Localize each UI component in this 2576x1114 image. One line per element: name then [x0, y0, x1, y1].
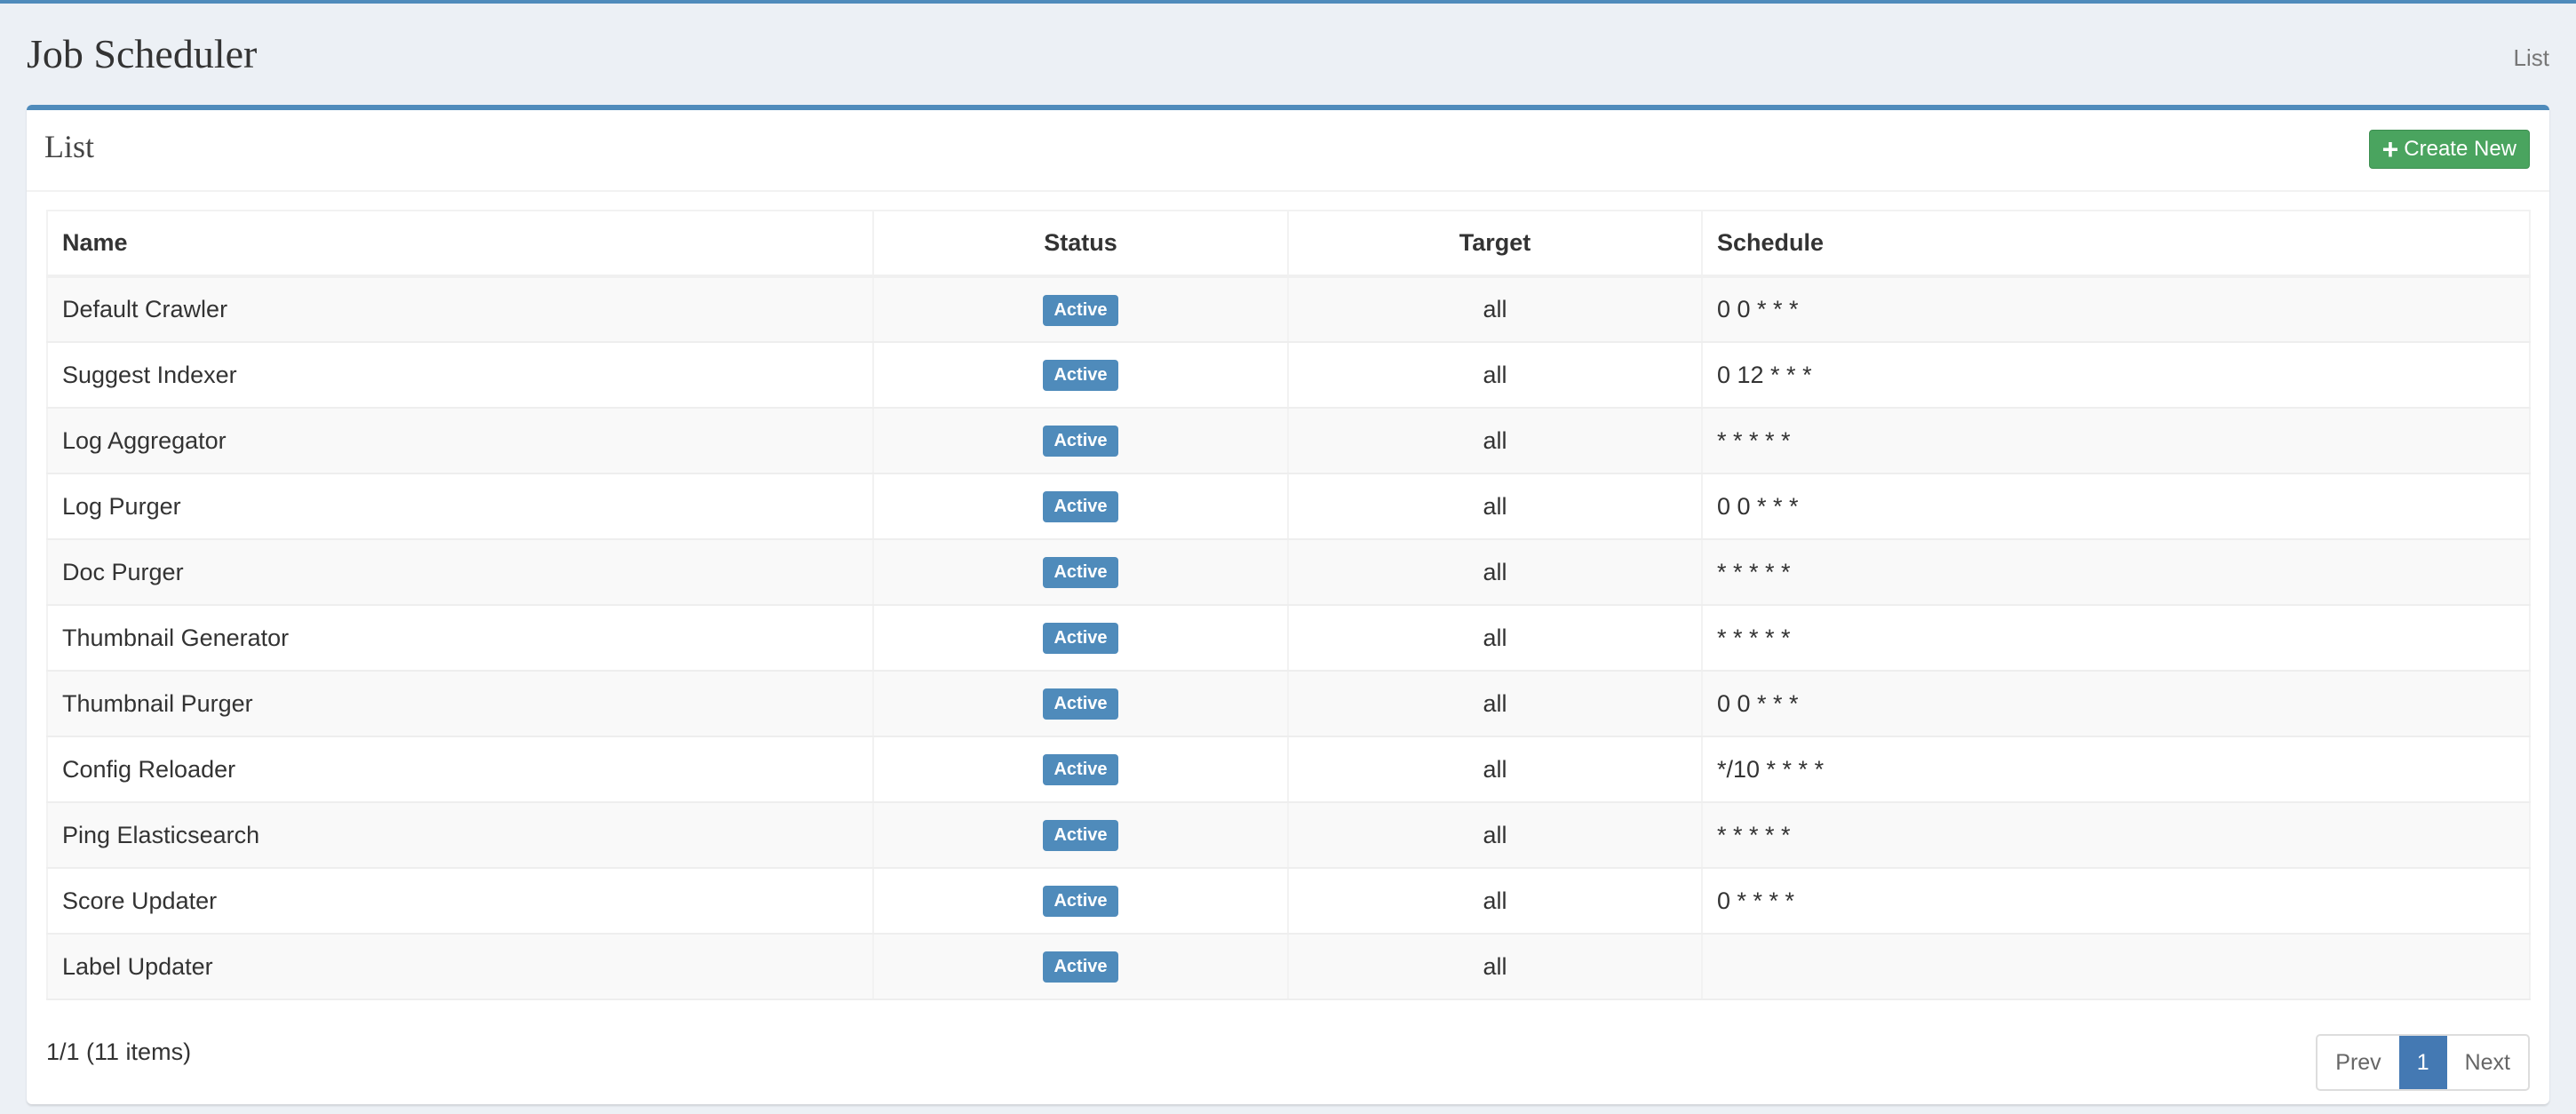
- table-row[interactable]: Config Reloader Active all */10 * * * *: [46, 736, 2530, 803]
- job-target: all: [1287, 671, 1702, 737]
- column-header-name: Name: [46, 211, 873, 278]
- job-schedule: 0 0 * * *: [1701, 473, 2530, 540]
- status-badge: Active: [1043, 951, 1118, 983]
- job-name[interactable]: Thumbnail Purger: [46, 671, 873, 737]
- prev-page-button[interactable]: Prev: [2318, 1036, 2398, 1089]
- table-row[interactable]: Thumbnail Generator Active all * * * * *: [46, 605, 2530, 672]
- job-name[interactable]: Config Reloader: [46, 736, 873, 803]
- status-cell: Active: [872, 342, 1288, 409]
- page-title: Job Scheduler: [27, 31, 258, 76]
- jobs-table: Name Status Target Schedule Default Craw…: [46, 210, 2531, 1000]
- job-schedule: * * * * *: [1701, 408, 2530, 474]
- job-name[interactable]: Doc Purger: [46, 539, 873, 606]
- pagination: Prev 1 Next: [2316, 1034, 2530, 1091]
- job-name[interactable]: Default Crawler: [46, 276, 873, 343]
- status-badge: Active: [1043, 886, 1118, 917]
- job-name[interactable]: Log Aggregator: [46, 408, 873, 474]
- breadcrumb-list[interactable]: List: [2514, 44, 2549, 72]
- page-1-button[interactable]: 1: [2398, 1036, 2447, 1089]
- status-badge: Active: [1043, 426, 1118, 457]
- job-schedule: 0 0 * * *: [1701, 671, 2530, 737]
- job-target: all: [1287, 473, 1702, 540]
- job-schedule: 0 0 * * *: [1701, 276, 2530, 343]
- table-row[interactable]: Log Purger Active all 0 0 * * *: [46, 473, 2530, 540]
- job-name[interactable]: Log Purger: [46, 473, 873, 540]
- create-new-label: Create New: [2404, 137, 2516, 161]
- table-header-row: Name Status Target Schedule: [46, 211, 2530, 278]
- plus-icon: +: [2381, 133, 2399, 165]
- status-cell: Active: [872, 736, 1288, 803]
- job-schedule: * * * * *: [1701, 802, 2530, 869]
- job-target: all: [1287, 934, 1702, 1000]
- status-cell: Active: [872, 408, 1288, 474]
- column-header-schedule: Schedule: [1701, 211, 2530, 278]
- list-card: List + Create New Name Status Target Sch…: [27, 105, 2549, 1104]
- job-schedule: [1701, 934, 2530, 1000]
- status-badge: Active: [1043, 754, 1118, 785]
- status-cell: Active: [872, 605, 1288, 672]
- status-cell: Active: [872, 473, 1288, 540]
- table-row[interactable]: Default Crawler Active all 0 0 * * *: [46, 276, 2530, 343]
- job-schedule: * * * * *: [1701, 605, 2530, 672]
- job-name[interactable]: Ping Elasticsearch: [46, 802, 873, 869]
- status-badge: Active: [1043, 491, 1118, 522]
- status-badge: Active: [1043, 557, 1118, 588]
- job-target: all: [1287, 276, 1702, 343]
- table-row[interactable]: Score Updater Active all 0 * * * *: [46, 868, 2530, 935]
- next-page-button[interactable]: Next: [2447, 1036, 2528, 1089]
- status-cell: Active: [872, 276, 1288, 343]
- job-target: all: [1287, 342, 1702, 409]
- status-badge: Active: [1043, 360, 1118, 391]
- job-schedule: */10 * * * *: [1701, 736, 2530, 803]
- status-cell: Active: [872, 671, 1288, 737]
- table-row[interactable]: Ping Elasticsearch Active all * * * * *: [46, 802, 2530, 869]
- status-cell: Active: [872, 539, 1288, 606]
- status-badge: Active: [1043, 294, 1118, 326]
- job-target: all: [1287, 605, 1702, 672]
- card-title: List: [44, 129, 95, 164]
- pagination-summary: 1/1 (11 items): [46, 1038, 192, 1065]
- table-row[interactable]: Doc Purger Active all * * * * *: [46, 539, 2530, 606]
- job-schedule: * * * * *: [1701, 539, 2530, 606]
- job-name[interactable]: Suggest Indexer: [46, 342, 873, 409]
- job-target: all: [1287, 736, 1702, 803]
- job-name[interactable]: Thumbnail Generator: [46, 605, 873, 672]
- status-cell: Active: [872, 802, 1288, 869]
- job-target: all: [1287, 868, 1702, 935]
- job-target: all: [1287, 802, 1702, 869]
- column-header-target: Target: [1287, 211, 1702, 278]
- job-name[interactable]: Score Updater: [46, 868, 873, 935]
- status-cell: Active: [872, 934, 1288, 1000]
- status-badge: Active: [1043, 820, 1118, 851]
- job-schedule: 0 * * * *: [1701, 868, 2530, 935]
- job-schedule: 0 12 * * *: [1701, 342, 2530, 409]
- create-new-button[interactable]: + Create New: [2368, 130, 2530, 169]
- job-name[interactable]: Label Updater: [46, 934, 873, 1000]
- table-row[interactable]: Suggest Indexer Active all 0 12 * * *: [46, 342, 2530, 409]
- status-badge: Active: [1043, 623, 1118, 654]
- status-badge: Active: [1043, 688, 1118, 720]
- job-target: all: [1287, 408, 1702, 474]
- card-header: List + Create New: [27, 110, 2549, 192]
- table-row[interactable]: Log Aggregator Active all * * * * *: [46, 408, 2530, 474]
- job-target: all: [1287, 539, 1702, 606]
- table-row[interactable]: Thumbnail Purger Active all 0 0 * * *: [46, 671, 2530, 737]
- status-cell: Active: [872, 868, 1288, 935]
- table-row[interactable]: Label Updater Active all: [46, 934, 2530, 1000]
- column-header-status: Status: [872, 211, 1288, 278]
